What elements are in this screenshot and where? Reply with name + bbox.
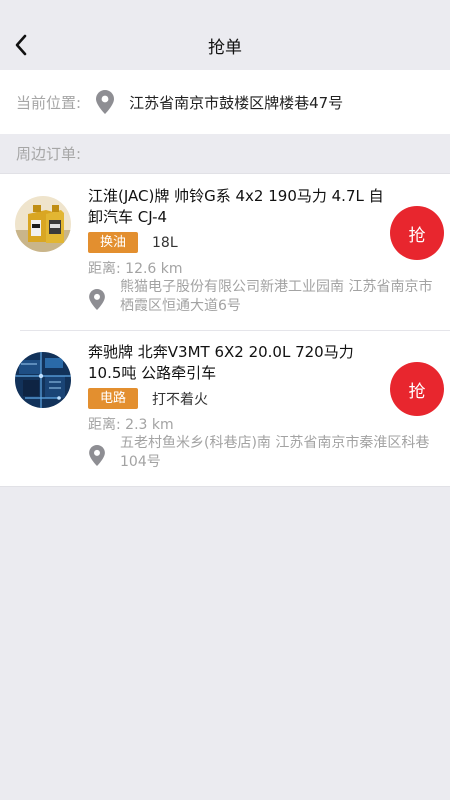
location-pin-icon [89,445,107,467]
distance-text: 距离: 12.6 km [88,261,183,277]
order-address: 熊猫电子股份有限公司新港工业园南 江苏省南京市栖霞区恒通大道6号 [120,279,433,314]
order-address: 五老村鱼米乡(科巷店)南 江苏省南京市秦淮区科巷104号 [120,435,430,470]
order-item[interactable]: 奔驰牌 北奔V3MT 6X2 20.0L 720马力 10.5吨 公路牵引车 电… [0,330,450,486]
page-title: 抢单 [208,38,242,58]
navigation-bar: 抢单 [0,0,450,70]
current-location-address: 江苏省南京市鼓楼区牌楼巷47号 [129,93,344,112]
distance-text: 距离: 2.3 km [88,417,174,433]
service-detail: 18L [152,234,178,251]
current-location-label: 当前位置: [16,93,82,112]
location-pin-icon [95,89,115,115]
service-tag-row: 换油 18L [88,232,178,253]
service-tag-row: 电路 打不着火 [88,388,208,409]
service-type-badge: 电路 [88,388,139,409]
order-list: 江淮(JAC)牌 帅铃G系 4x2 190马力 4.7L 自卸汽车 CJ-4 换… [0,173,450,487]
grab-order-button[interactable]: 抢 [390,362,444,416]
grab-order-button[interactable]: 抢 [390,206,444,260]
engine-oil-image [15,196,71,252]
current-location-bar: 当前位置: 江苏省南京市鼓楼区牌楼巷47号 [0,70,450,134]
nearby-orders-label: 周边订单: [16,145,82,163]
service-detail: 打不着火 [152,391,209,408]
vehicle-title: 江淮(JAC)牌 帅铃G系 4x2 190马力 4.7L 自卸汽车 CJ-4 [88,187,384,226]
vehicle-title: 奔驰牌 北奔V3MT 6X2 20.0L 720马力 10.5吨 公路牵引车 [88,343,354,382]
circuit-board-image [15,352,71,408]
service-type-badge: 换油 [88,232,139,253]
location-pin-icon [89,289,107,311]
order-item[interactable]: 江淮(JAC)牌 帅铃G系 4x2 190马力 4.7L 自卸汽车 CJ-4 换… [0,174,450,330]
